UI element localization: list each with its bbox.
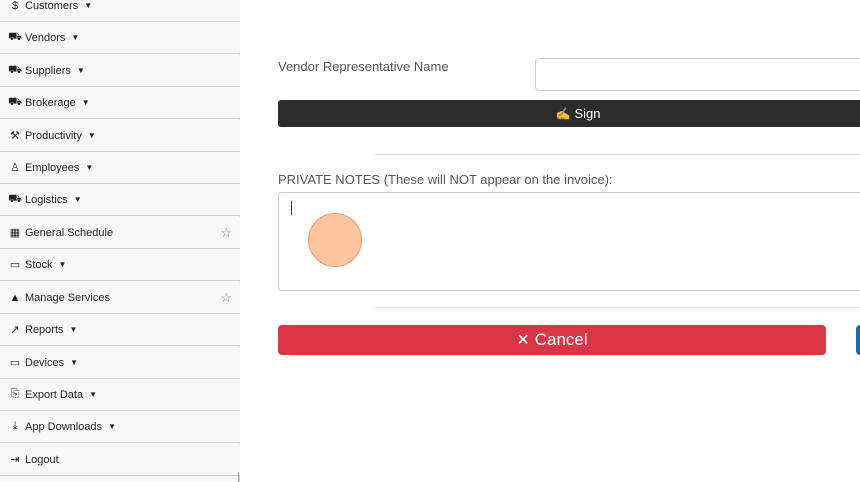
sign-button-wrap: ✍ Sign [278,100,860,127]
caret-down-icon: ▼ [108,422,116,431]
sidebar-item-label: Export Data [25,388,84,401]
sidebar-item-brokerage[interactable]: ⛟ Brokerage ▼ [0,87,240,119]
sidebar-item-label: Employees [25,161,80,174]
sidebar-item-label: Manage Services [25,291,110,304]
sidebar-item-suppliers[interactable]: ⛟ Suppliers ▼ [0,55,240,87]
private-notes-label: PRIVATE NOTES (These will NOT appear on … [278,172,613,187]
sidebar-item-label: Customers [25,0,79,12]
caret-down-icon: ▼ [87,131,96,140]
sidebar-item-label: Vendors [25,31,66,44]
divider-bottom [375,307,860,308]
chart-line-icon: ↗ [10,324,20,336]
dollar-icon: $ [11,0,19,12]
sidebar-divider [238,472,239,482]
sidebar-item-label: Suppliers [25,64,71,77]
caret-down-icon: ▼ [76,66,85,75]
vendor-rep-label: Vendor Representative Name [278,59,449,74]
submit-button[interactable] [856,325,860,355]
sidebar-item-devices[interactable]: ▭ Devices ▼ [0,347,240,379]
file-export-icon: ⎘ [10,388,20,400]
text-cursor [291,201,292,215]
truck-icon: ⛟ [8,30,22,43]
sidebar: $ Customers ▼ ⛟ Vendors ▼ ⛟ Suppliers ▼ ⛟ Brokerag… [0,0,240,482]
sidebar-item-logistics[interactable]: ⛟ Logistics ▼ [0,184,240,216]
caret-down-icon: ▼ [69,325,78,334]
sign-button-label: Sign [574,106,601,121]
sidebar-item-label: Logout [25,453,59,466]
sidebar-item-label: Devices [25,356,65,369]
caret-down-icon: ▼ [58,260,67,269]
sidebar-item-label: App Downloads [25,420,103,433]
caret-down-icon: ▼ [84,1,93,10]
truck-fast-icon: ⛟ [8,63,22,76]
calendar-icon: ▦ [9,227,21,239]
barcode-icon: ▭ [9,259,21,271]
service-bell-icon: ▲ [9,291,21,304]
car-icon: ⛟ [8,95,22,108]
divider-top [375,154,860,155]
sidebar-item-export-data[interactable]: ⎘ Export Data ▼ [0,379,240,411]
sidebar-item-stock[interactable]: ▭ Stock ▼ [0,249,240,281]
sidebar-item-reports[interactable]: ↗ Reports ▼ [0,314,240,346]
sidebar-item-label: General Schedule [25,226,114,239]
sidebar-item-label: Stock [25,258,53,271]
star-icon[interactable]: ☆ [220,225,232,241]
cancel-button[interactable]: ✕ Cancel [278,325,826,355]
sidebar-item-label: Reports [25,323,64,336]
private-notes-textarea[interactable] [278,192,860,291]
sidebar-item-app-downloads[interactable]: ⤓ App Downloads ▼ [0,411,240,443]
desktop-icon: ▭ [9,357,21,369]
click-indicator [308,213,362,267]
sidebar-item-vendors[interactable]: ⛟ Vendors ▼ [0,22,240,54]
hammer-icon: ⚒ [10,130,20,142]
caret-down-icon: ▼ [71,33,80,42]
close-icon: ✕ [516,332,530,349]
caret-down-icon: ▼ [73,195,82,204]
vendor-rep-input[interactable] [535,58,860,91]
download-icon: ⤓ [12,420,18,432]
sign-out-icon: ⇥ [10,454,20,466]
sidebar-item-customers[interactable]: $ Customers ▼ [0,0,240,22]
sidebar-item-employees[interactable]: ♙ Employees ▼ [0,152,240,184]
signature-icon: ✍ [555,106,571,121]
sidebar-item-manage-services[interactable]: ▲ Manage Services ☆ [0,282,240,314]
sidebar-item-logout[interactable]: ⇥ Logout [0,444,240,476]
cancel-button-label: Cancel [534,330,588,349]
person-icon: ♙ [10,162,20,174]
sign-button[interactable]: ✍ Sign [278,100,860,127]
caret-down-icon: ▼ [85,163,94,172]
caret-down-icon: ▼ [81,98,90,107]
sidebar-item-productivity[interactable]: ⚒ Productivity ▼ [0,120,240,152]
sidebar-item-general-schedule[interactable]: ▦ General Schedule ☆ [0,217,240,249]
caret-down-icon: ▼ [70,358,79,367]
sidebar-item-label: Brokerage [25,96,76,109]
sidebar-item-label: Productivity [25,129,82,142]
truck-icon: ⛟ [8,192,22,205]
star-icon[interactable]: ☆ [220,290,232,306]
sidebar-item-label: Logistics [25,193,68,206]
caret-down-icon: ▼ [89,390,98,399]
